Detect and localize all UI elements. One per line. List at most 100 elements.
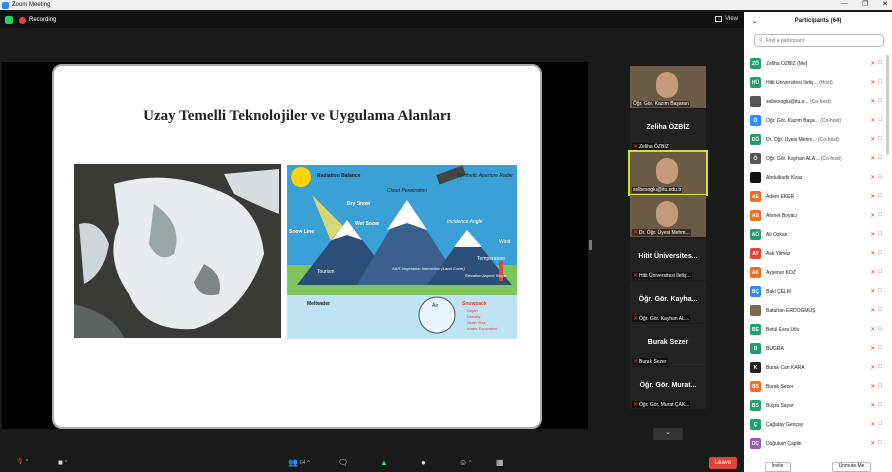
restore-icon[interactable]: ❐ (862, 0, 868, 8)
caret-up-icon[interactable]: ^ (26, 459, 28, 465)
search-input[interactable] (765, 37, 876, 44)
slide-title: Uzay Temelli Teknolojiler ve Uygulama Al… (143, 108, 451, 124)
avatar: AK (750, 267, 761, 278)
participant-name: Ayşenur KÖZ (766, 270, 870, 276)
video-tile[interactable]: Hitit Üniversites... ✕ Hitit Üniversitesi … (630, 238, 706, 280)
video-tile[interactable]: Öğr. Gör. Murat... ✕ Öğr. Gör. Murat ÇAK..… (630, 367, 706, 409)
participant-row[interactable]: B BUĞRA ✕ □ (750, 339, 882, 358)
participant-row[interactable]: DÖ Dr. Öğr. Üyesi Mehm... (Co-host) ✕ □ (750, 130, 882, 149)
mic-off-icon: ✕ (870, 80, 876, 86)
encryption-shield-icon[interactable] (5, 16, 13, 24)
reactions-button[interactable]: ☺ ^ (459, 458, 472, 467)
tile-name-label: ✕ Zeliha ÖZBİZ (632, 143, 670, 150)
record-button[interactable]: ● (421, 458, 426, 467)
participant-search[interactable]: ⚲ (754, 34, 884, 47)
participant-row[interactable]: BÇ Baki ÇELİK ✕ □ (750, 282, 882, 301)
leave-button[interactable]: Leave (709, 457, 737, 469)
avatar: BS (750, 400, 761, 411)
participant-row[interactable]: Ö Öğr. Gör. Kayhan ALA... (Co-host) ✕ □ (750, 149, 882, 168)
panel-header: ⌄ Participants (64) (744, 12, 892, 30)
share-screen-button[interactable]: ▲ (380, 458, 388, 467)
participant-row[interactable]: BE Betül Esra Utlu ✕ □ (750, 320, 882, 339)
participant-row[interactable]: AY Ask Yilmaz ✕ □ (750, 244, 882, 263)
tile-display-name: Zeliha ÖZBİZ (646, 124, 690, 131)
diagram-label-dry: Dry Snow (347, 201, 370, 207)
meeting-topbar: Recording View (0, 12, 744, 28)
video-tile[interactable]: selbesoglu@itu.edu.tr (628, 150, 708, 196)
mic-off-icon: ✕ (870, 308, 876, 314)
avatar (750, 96, 761, 107)
caret-up-icon[interactable]: ^ (308, 460, 310, 466)
participant-row[interactable]: Abdulkadir Kiraz ✕ □ (750, 168, 882, 187)
participant-name: BUĞRA (766, 346, 870, 352)
close-icon[interactable]: ✕ (882, 0, 888, 8)
participant-name-text: Batuhan ERDOĞMUŞ (766, 307, 816, 314)
participant-row[interactable]: ZÖ Zeliha ÖZBİZ (Me) ✕ □ (750, 54, 882, 73)
participant-name-text: Ayşenur KÖZ (766, 269, 796, 276)
minimize-icon[interactable]: — (841, 0, 848, 8)
participant-name-text: BUĞRA (766, 345, 784, 352)
start-video-button[interactable]: ■ ^ (58, 458, 67, 467)
video-strip: Öğr. Gör. Kazım Başaran Zeliha ÖZBİZ ✕ Zeli… (628, 66, 708, 410)
diagram-label-incidence: Incidence Angle (447, 219, 483, 225)
participant-row[interactable]: AB Ahmet Boyacı ✕ □ (750, 206, 882, 225)
avatar: AY (750, 248, 761, 259)
participant-row[interactable]: K Burak Can KARA ✕ □ (750, 358, 882, 377)
video-tile[interactable]: Öğr. Gör. Kazım Başaran (630, 66, 706, 108)
participant-row[interactable]: HÜ Hitit Üniversitesi İletiş... (Host) ✕ □ (750, 73, 882, 92)
participant-list-scrollbar[interactable] (886, 55, 889, 155)
participant-name-text: Burak Sezer (766, 383, 794, 390)
participant-name-text: Dr. Öğr. Üyesi Mehm... (766, 136, 817, 143)
mic-off-icon: ✕ (870, 422, 876, 428)
chevron-down-icon[interactable]: ⌄ (752, 18, 757, 25)
participant-name-text: Adem EKER (766, 193, 795, 200)
participant-row[interactable]: Batuhan ERDOĞMUŞ ✕ □ (750, 301, 882, 320)
apps-button[interactable]: ▦ (496, 458, 504, 467)
participants-button[interactable]: 👥 64 ^ (288, 458, 310, 467)
participant-row[interactable]: AK Ayşenur KÖZ ✕ □ (750, 263, 882, 282)
video-off-icon: □ (878, 174, 882, 180)
invite-button[interactable]: Invite (764, 462, 791, 472)
participant-row[interactable]: DÇ Doğukan Çaplin ✕ □ (750, 434, 882, 453)
mic-off-icon: ✕ (633, 230, 639, 236)
participant-name: Burak Can KARA (766, 365, 870, 371)
video-tile[interactable]: ✕ Dr. Öğr. Üyesi Mehm... (630, 195, 706, 237)
video-off-icon: □ (878, 117, 882, 123)
caret-up-icon[interactable]: ^ (469, 460, 471, 466)
participant-row[interactable]: Ç Çağatay Gençay ✕ □ (750, 415, 882, 434)
participants-panel: ⌄ Participants (64) ⚲ ZÖ Zeliha ÖZBİZ (Me… (744, 12, 892, 472)
participant-row[interactable]: selbesoglu@itu.e... (Co-host) ✕ □ (750, 92, 882, 111)
participant-name-text: Öğr. Gör. Kayhan ALA... (766, 155, 820, 162)
participant-row[interactable]: AE Adem EKER ✕ □ (750, 187, 882, 206)
video-tile[interactable]: Burak Sezer ✕ Burak Sezer (630, 324, 706, 366)
video-tile[interactable]: Öğr. Gör. Kayha... ✕ Öğr. Gör. Kayhan AL..… (630, 281, 706, 323)
participant-name: Ahmet Boyacı (766, 213, 870, 219)
participant-status-icons: ✕ □ (870, 155, 882, 162)
view-button[interactable]: View (715, 16, 738, 22)
diagram-label-snowline: Snow Line (289, 229, 314, 235)
caret-up-icon[interactable]: ^ (65, 460, 67, 466)
mic-off-icon: ✕ (870, 403, 876, 409)
participant-role: (Co-host) (810, 98, 831, 105)
participant-row[interactable]: Ö Öğr. Gör. Kazım Başa... (Co-host) ✕ □ (750, 111, 882, 130)
tile-display-name: Hitit Üniversites... (638, 253, 698, 260)
presentation-slide: Uzay Temelli Teknolojiler ve Uygulama Al… (52, 64, 542, 429)
participant-name: Ali Özkan (766, 232, 870, 238)
stage-splitter-handle[interactable] (589, 240, 592, 250)
mic-off-icon: 🎙 (16, 459, 24, 465)
participant-row[interactable]: BS Burak Sezer ✕ □ (750, 377, 882, 396)
chat-button[interactable]: 🗨 (338, 458, 348, 467)
participant-status-icons: ✕ □ (870, 231, 882, 238)
mic-off-icon: ✕ (633, 273, 639, 279)
strip-scroll-down-button[interactable]: ⌄ (653, 428, 683, 440)
unmute-me-button[interactable]: Unmute Me (831, 462, 872, 472)
video-tile[interactable]: Zeliha ÖZBİZ ✕ Zeliha ÖZBİZ (630, 109, 706, 151)
diagram-label-temp: Temperature (477, 256, 505, 262)
participant-row[interactable]: BS Büşra Sayar ✕ □ (750, 396, 882, 415)
tile-display-name: Öğr. Gör. Murat... (639, 382, 697, 389)
participant-row[interactable]: AÖ Ali Özkan ✕ □ (750, 225, 882, 244)
participant-status-icons: ✕ □ (870, 402, 882, 409)
mute-button[interactable]: 🎙 ^ (16, 458, 28, 466)
video-off-icon: □ (878, 98, 882, 104)
satellite-photo (74, 164, 281, 338)
